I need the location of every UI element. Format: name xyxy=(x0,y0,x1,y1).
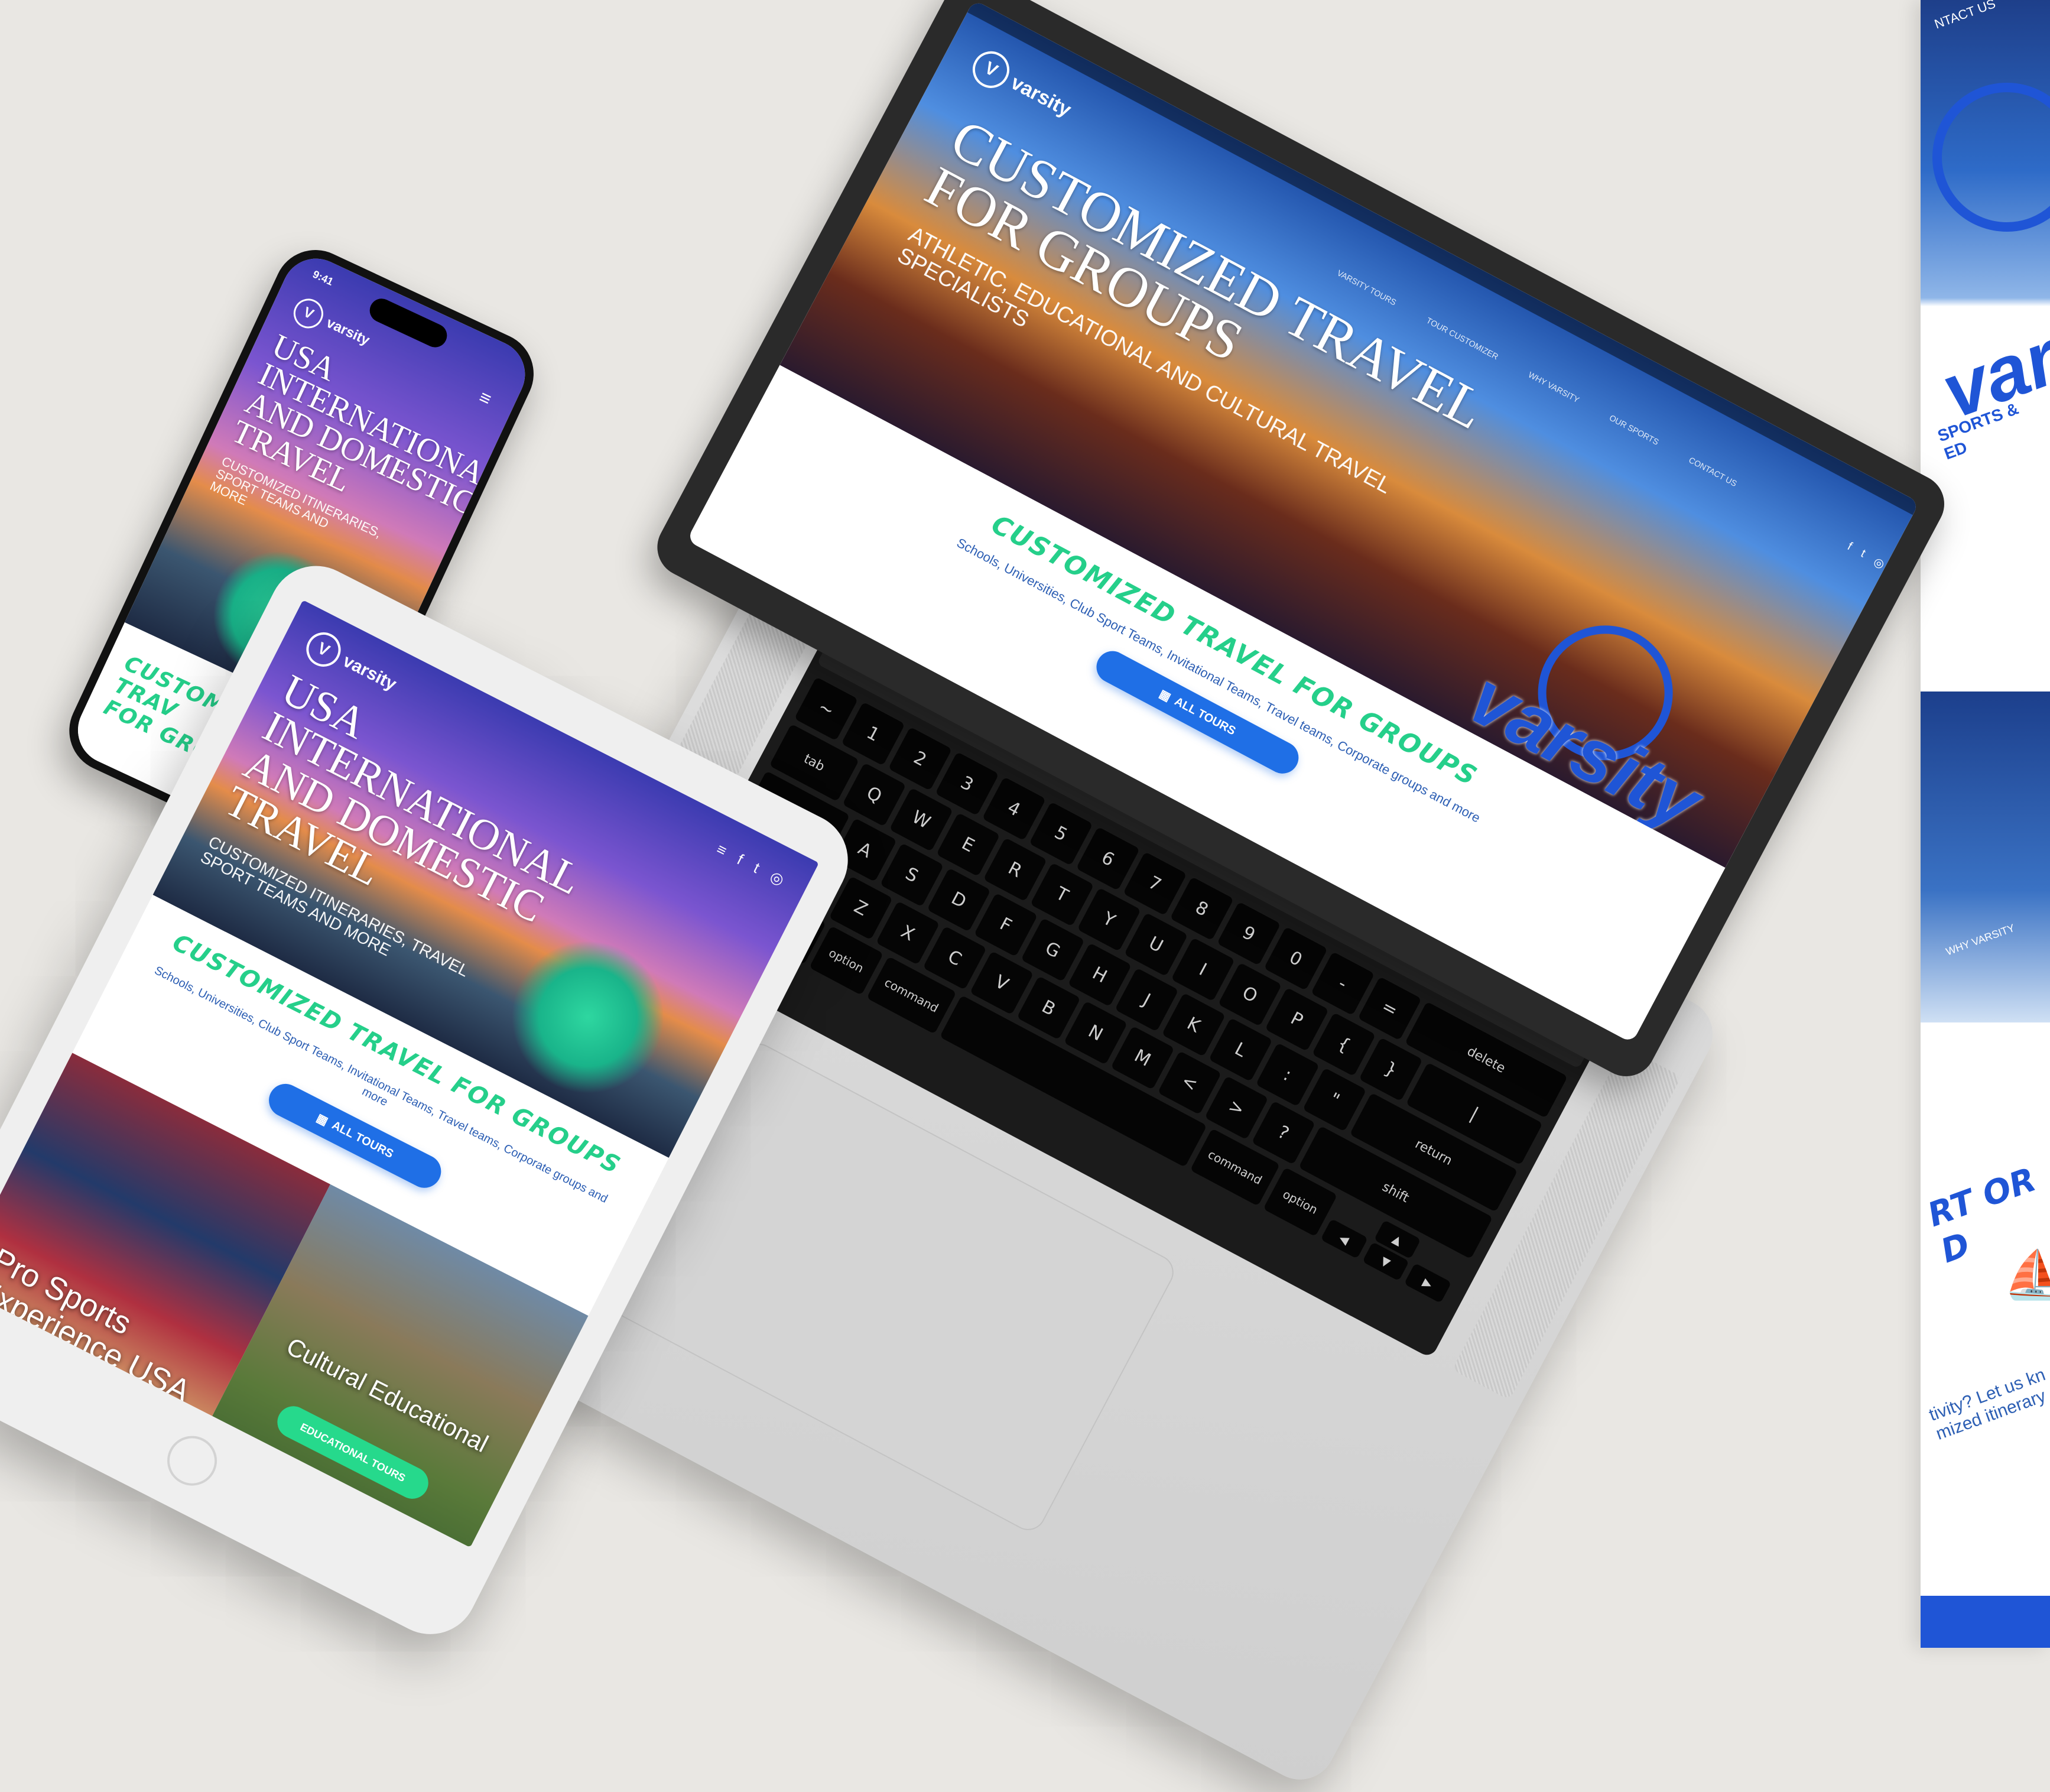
grid-icon: ▦ xyxy=(314,1111,330,1128)
edge-section-hero xyxy=(1921,692,2050,1022)
phone-status-time: 9:41 xyxy=(311,268,336,288)
instagram-icon[interactable]: ◎ xyxy=(767,867,787,889)
grid-icon: ▦ xyxy=(1157,687,1174,704)
nav-our-sports[interactable]: OUR SPORTS xyxy=(1608,413,1661,446)
facebook-icon[interactable]: f xyxy=(1844,540,1854,555)
edge-footer-bar xyxy=(1921,1596,2050,1648)
hamburger-menu-icon[interactable]: ≡ xyxy=(476,386,495,410)
edge-body-text: tivity? Let us kn mized itinerary xyxy=(1926,1365,2050,1444)
twitter-icon[interactable]: t xyxy=(751,859,762,877)
phone-hero-title: USA INTERNATIONAL AND DOMESTIC TRAVEL xyxy=(226,327,521,556)
phone-logo-text: varsity xyxy=(324,314,372,349)
instagram-icon[interactable]: ◎ xyxy=(1871,554,1887,572)
nav-varsity-tours[interactable]: VARSITY TOURS xyxy=(1336,268,1398,307)
sailboat-icon: ⛵ xyxy=(2003,1248,2050,1301)
nav-why-varsity[interactable]: WHY VARSITY xyxy=(1527,370,1581,405)
edge-website-page: NTACT US varsity SPORTS & ED WHY VARSITY… xyxy=(1921,0,2050,1648)
key-arrow-right[interactable]: ▸ xyxy=(1404,1262,1452,1304)
facebook-icon[interactable]: f xyxy=(734,850,746,869)
nav-contact-us[interactable]: CONTACT US xyxy=(1687,455,1739,488)
tablet-home-button[interactable] xyxy=(158,1427,226,1495)
varsity-logo-icon: V xyxy=(288,294,329,333)
tablet-hero-title: USA INTERNATIONAL AND DOMESTIC TRAVEL xyxy=(217,665,606,975)
key-arrow-left[interactable]: ◂ xyxy=(1320,1218,1369,1259)
laptop-all-tours-label: ALL TOURS xyxy=(1172,694,1238,738)
tablet-all-tours-label: ALL TOURS xyxy=(330,1118,396,1161)
tablet-logo-text: varsity xyxy=(339,651,400,694)
pro-sports-card-title: Pro Sports Experience USA xyxy=(0,1242,211,1410)
varsity-logo-icon: V xyxy=(300,626,347,673)
laptop-social: f t ◎ xyxy=(1844,540,1887,572)
twitter-icon[interactable]: t xyxy=(1858,547,1867,562)
hamburger-menu-icon[interactable]: ≡ xyxy=(713,840,730,861)
laptop-logo-text: varsity xyxy=(1007,70,1076,121)
tablet-header-icons: ≡ f t ◎ xyxy=(713,840,787,889)
